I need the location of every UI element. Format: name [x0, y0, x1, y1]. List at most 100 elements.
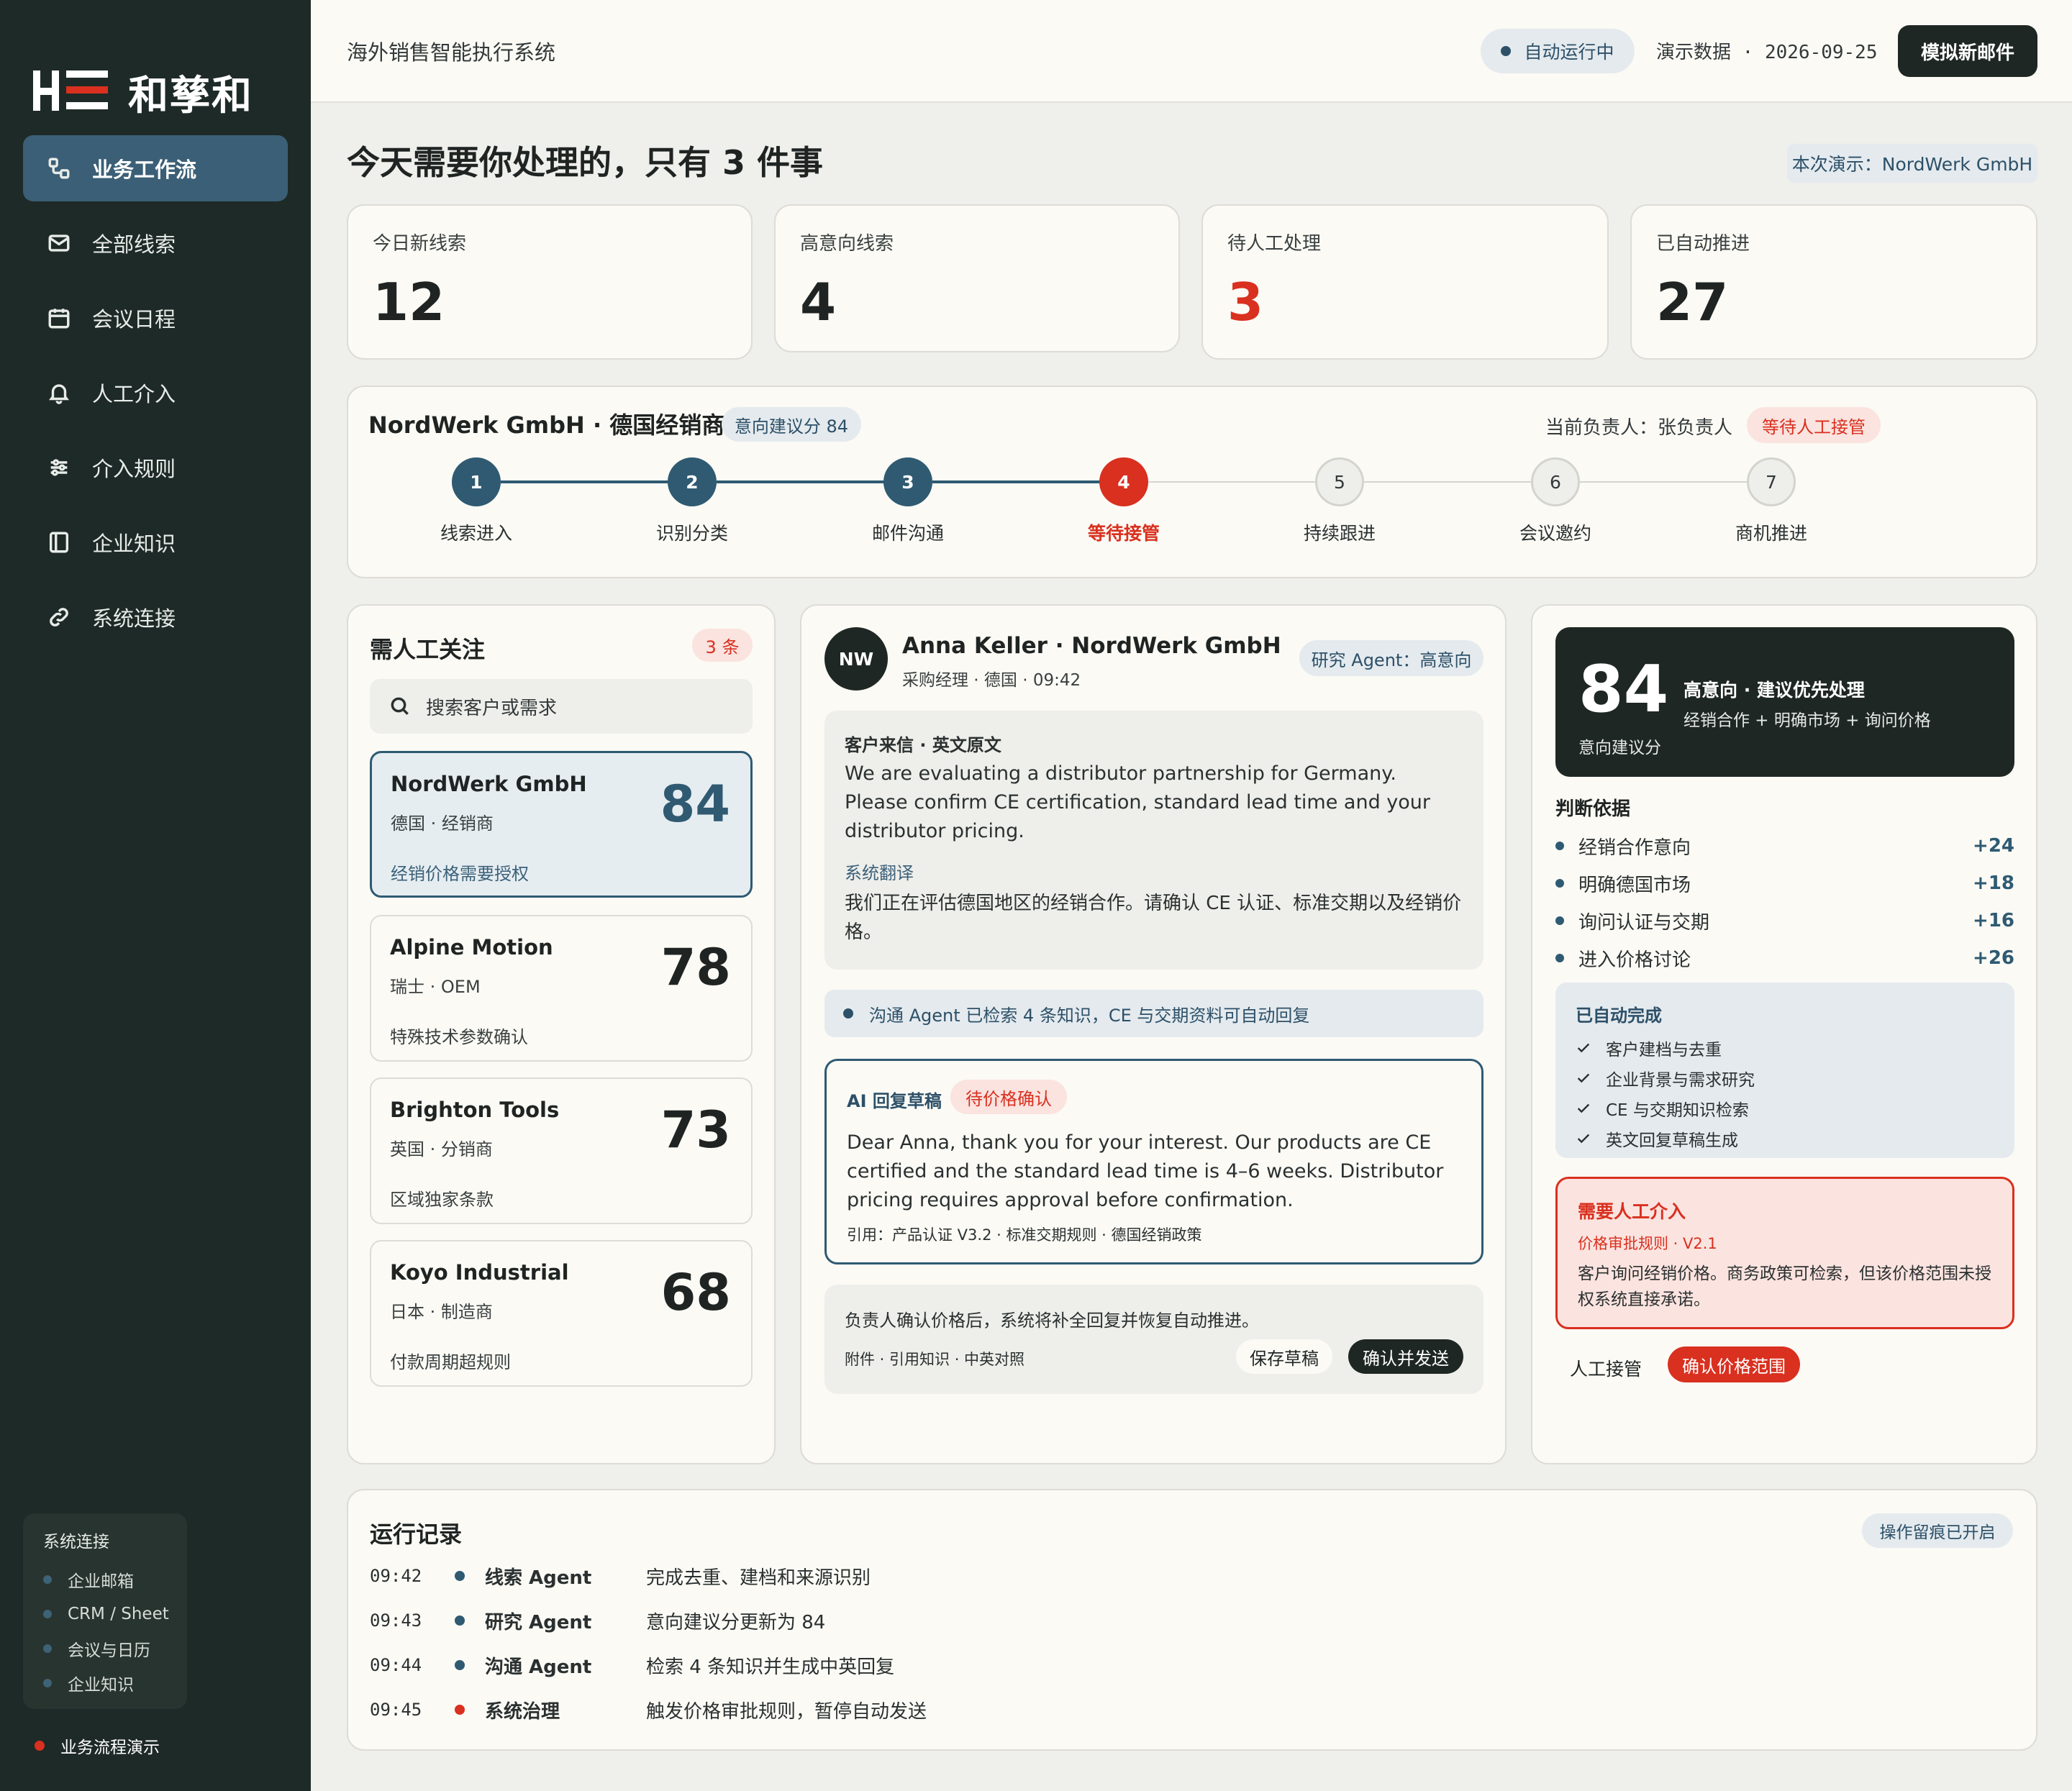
sliders-icon [45, 453, 73, 482]
connection-item: CRM / Sheet [43, 1597, 187, 1631]
log-text: 完成去重、建档和来源识别 [646, 1567, 871, 1589]
step-1[interactable]: 1 [452, 457, 501, 506]
confirm-price-range-button[interactable]: 确认价格范围 [1668, 1346, 1800, 1382]
log-row: 09:44 沟通 Agent 检索 4 条知识并生成中英回复 [370, 1643, 1449, 1687]
sidebar-item-label: 业务工作流 [92, 158, 197, 182]
save-draft-button[interactable]: 保存草稿 [1236, 1339, 1332, 1374]
step-label: 邮件沟通 [871, 523, 944, 544]
manual-takeover-button[interactable]: 人工接管 [1570, 1355, 1642, 1381]
step-label: 会议邀约 [1519, 523, 1591, 544]
lead-meta: 德国 · 经销商 [391, 814, 494, 834]
lead-note: 区域独家条款 [390, 1190, 494, 1210]
lead-card[interactable]: Brighton Tools 英国 · 分销商 区域独家条款 73 [370, 1077, 753, 1224]
lead-card[interactable]: NordWerk GmbH 德国 · 经销商 经销价格需要授权 84 [370, 751, 753, 898]
audit-trail-badge: 操作留痕已开启 [1862, 1513, 2013, 1548]
status-dot-icon [843, 1008, 853, 1018]
sidebar-item-knowledge[interactable]: 企业知识 [23, 509, 288, 575]
demo-target-badge: 本次演示：NordWerk GmbH [1787, 144, 2037, 183]
sidebar-item-label: 介入规则 [92, 457, 176, 481]
intervention-rule: 价格审批规则 · V2.1 [1578, 1235, 1717, 1252]
ai-reply-draft[interactable]: AI 回复草稿 待价格确认 Dear Anna, thank you for y… [824, 1059, 1483, 1264]
log-agent: 系统治理 [485, 1700, 560, 1723]
log-text: 触发价格审批规则，暂停自动发送 [646, 1700, 927, 1723]
sidebar-item-connections[interactable]: 系统连接 [23, 584, 288, 650]
sidebar-item-workflow[interactable]: 业务工作流 [23, 135, 288, 201]
stat-value: 4 [800, 272, 837, 332]
stat-card-new-leads[interactable]: 今日新线索 12 [347, 204, 753, 360]
step-2[interactable]: 2 [668, 457, 717, 506]
basis-item: 明确德国市场 +18 [1555, 865, 2014, 902]
basis-title: 判断依据 [1555, 798, 1631, 820]
status-dot-icon [455, 1705, 465, 1715]
lead-note: 特殊技术参数确认 [390, 1027, 528, 1047]
lead-name: Alpine Motion [390, 935, 553, 960]
intent-headline: 高意向 · 建议优先处理 [1684, 680, 1865, 701]
run-log-list: 09:42 线索 Agent 完成去重、建档和来源识别 09:43 研究 Agent 意… [370, 1554, 1449, 1732]
step-7[interactable]: 7 [1747, 457, 1796, 506]
stat-card-auto-advanced[interactable]: 已自动推进 27 [1630, 204, 2037, 360]
lead-card[interactable]: Koyo Industrial 日本 · 制造商 付款周期超规则 68 [370, 1240, 753, 1387]
search-input[interactable]: 搜索客户或需求 [370, 679, 753, 734]
confirm-send-button[interactable]: 确认并发送 [1348, 1339, 1463, 1374]
status-dot-icon [455, 1660, 465, 1670]
knowledge-status-bar: 沟通 Agent 已检索 4 条知识，CE 与交期资料可自动回复 [824, 990, 1483, 1037]
auto-completed-box: 已自动完成 客户建档与去重 企业背景与需求研究 CE 与交期知识检索 英文回复草… [1555, 983, 2014, 1158]
lead-card[interactable]: Alpine Motion 瑞士 · OEM 特殊技术参数确认 78 [370, 915, 753, 1062]
simulate-email-button[interactable]: 模拟新邮件 [1898, 25, 2037, 77]
sidebar-item-label: 人工介入 [92, 382, 176, 406]
draft-body[interactable]: Dear Anna, thank you for your interest. … [847, 1129, 1466, 1215]
check-icon [1577, 1043, 1590, 1053]
sidebar-item-intervention[interactable]: 人工介入 [23, 360, 288, 426]
lead-score: 68 [660, 1263, 731, 1322]
log-time: 09:42 [370, 1566, 422, 1586]
lead-name: Koyo Industrial [390, 1260, 569, 1285]
step-4[interactable]: 4 [1099, 457, 1148, 506]
lead-score: 78 [660, 938, 731, 997]
check-icon [1577, 1103, 1590, 1113]
letter-original: We are evaluating a distributor partners… [845, 762, 1431, 842]
step-label: 持续跟进 [1303, 523, 1376, 544]
bullet-icon [1555, 842, 1564, 850]
intervention-description: 客户询问经销价格。商务政策可检索，但该价格范围未授权系统直接承诺。 [1578, 1264, 1991, 1309]
stat-card-pending[interactable]: 待人工处理 3 [1201, 204, 1609, 360]
logo: 和孳和 [33, 63, 253, 122]
step-3[interactable]: 3 [883, 457, 932, 506]
step-6[interactable]: 6 [1531, 457, 1580, 506]
status-dot-icon [455, 1571, 465, 1581]
attention-count-badge: 3 条 [692, 629, 753, 662]
status-dot-icon [35, 1741, 45, 1751]
basis-points: +24 [1973, 835, 2014, 857]
intent-score-label: 意向建议分 [1578, 739, 1661, 757]
owner-label: 当前负责人：张负责人 [1545, 417, 1733, 439]
step-5[interactable]: 5 [1315, 457, 1364, 506]
logo-mark-icon [33, 70, 114, 115]
check-icon [1577, 1073, 1590, 1083]
basis-item: 经销合作意向 +24 [1555, 827, 2014, 865]
status-dot-icon [43, 1644, 52, 1653]
connection-item: 会议与日历 [43, 1631, 187, 1666]
stat-card-high-intent[interactable]: 高意向线索 4 [774, 204, 1180, 352]
sidebar-item-label: 企业知识 [92, 532, 176, 556]
draft-title: AI 回复草稿 [847, 1091, 942, 1111]
sidebar-item-leads[interactable]: 全部线索 [23, 210, 288, 276]
intent-factors: 经销合作 + 明确市场 + 询问价格 [1684, 711, 1931, 730]
search-icon [391, 697, 409, 715]
basis-points: +16 [1973, 910, 2014, 931]
status-dot-icon [1501, 46, 1512, 56]
bullet-icon [1555, 954, 1564, 962]
intent-score: 84 [1578, 652, 1669, 727]
log-agent: 沟通 Agent [485, 1656, 592, 1678]
letter-title: 客户来信 · 英文原文 [845, 735, 1001, 755]
auto-run-status[interactable]: 自动运行中 [1481, 29, 1635, 73]
sidebar-item-meetings[interactable]: 会议日程 [23, 285, 288, 351]
score-badge: 意向建议分 84 [722, 407, 861, 442]
intent-score-card: 84 意向建议分 高意向 · 建议优先处理 经销合作 + 明确市场 + 询问价格 [1555, 627, 2014, 777]
log-agent: 线索 Agent [485, 1567, 592, 1589]
step-label: 等待接管 [1087, 523, 1160, 544]
demo-flow-indicator[interactable]: 业务流程演示 [35, 1733, 160, 1758]
connection-item: 企业知识 [43, 1666, 187, 1700]
sidebar-item-rules[interactable]: 介入规则 [23, 434, 288, 501]
basis-points: +18 [1973, 872, 2014, 894]
link-icon [45, 603, 73, 632]
lead-name: NordWerk GmbH [391, 772, 587, 796]
